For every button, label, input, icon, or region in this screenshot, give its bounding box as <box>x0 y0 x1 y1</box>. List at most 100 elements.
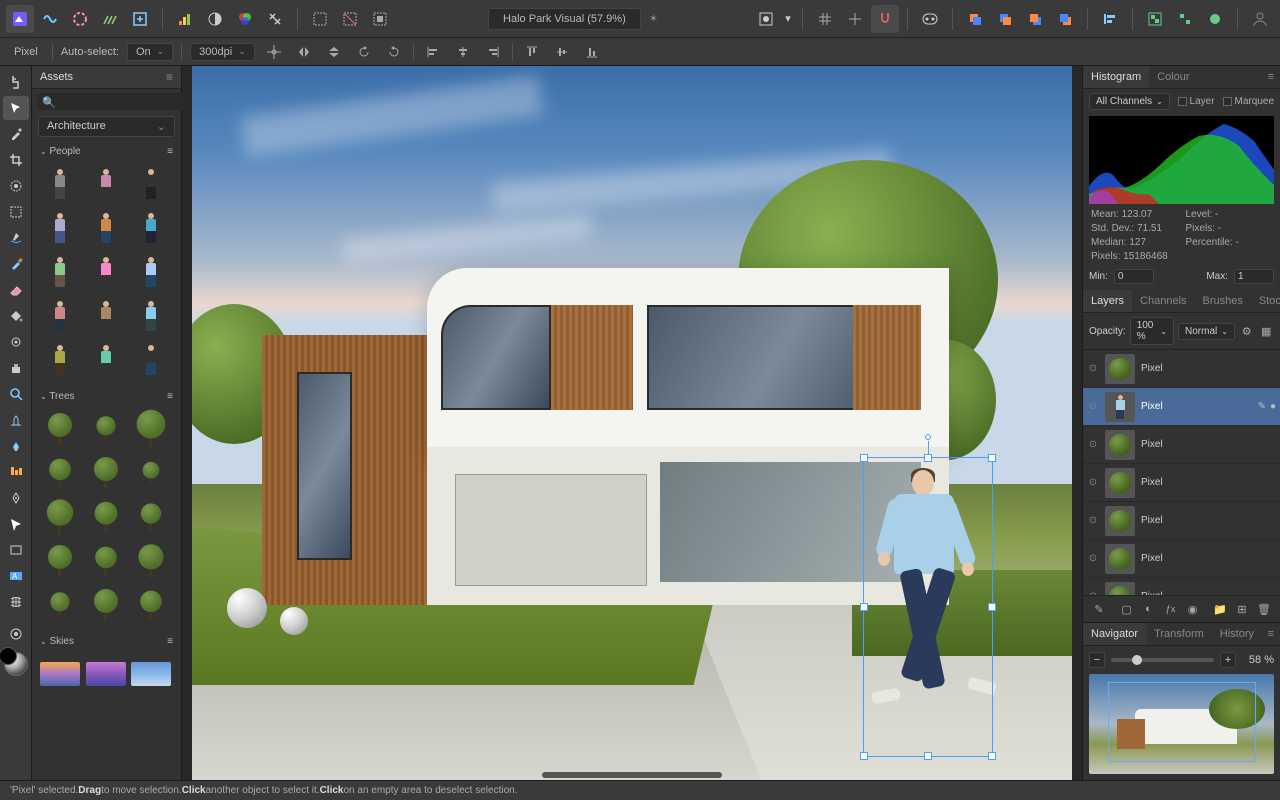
dodge-tool[interactable] <box>3 330 29 354</box>
layer-lock-icon[interactable]: ▦ <box>1258 322 1274 340</box>
tree-asset[interactable] <box>40 453 80 493</box>
flip-v-icon[interactable] <box>323 41 345 63</box>
layer-row[interactable]: ⊙Pixel <box>1083 540 1280 578</box>
tree-asset[interactable] <box>86 497 126 537</box>
person-asset[interactable] <box>40 164 80 204</box>
healing-tool[interactable] <box>3 434 29 458</box>
account-button[interactable] <box>1246 5 1274 33</box>
tree-asset[interactable] <box>86 585 126 625</box>
view-tool[interactable] <box>3 70 29 94</box>
person-asset[interactable] <box>86 340 126 380</box>
layer-visibility-icon[interactable]: ⊙ <box>1087 477 1099 489</box>
quickmask-dropdown[interactable]: ▾ <box>782 5 794 33</box>
max-input[interactable] <box>1234 269 1274 284</box>
auto-contrast-button[interactable] <box>201 5 229 33</box>
zoom-slider[interactable] <box>1111 658 1214 662</box>
stock-tab[interactable]: Stock <box>1251 290 1280 312</box>
layer-row[interactable]: ⊙Pixel <box>1083 350 1280 388</box>
layer-visibility-icon[interactable]: ⊙ <box>1087 553 1099 565</box>
zoom-tool[interactable] <box>3 382 29 406</box>
edit-layers-icon[interactable]: ✎ <box>1089 600 1109 618</box>
canvas-viewport[interactable] <box>182 66 1082 780</box>
dpi-dropdown[interactable]: 300dpi <box>190 43 255 61</box>
person-asset[interactable] <box>40 208 80 248</box>
live-filter-icon[interactable]: ◉ <box>1183 600 1203 618</box>
person-asset[interactable] <box>131 164 171 204</box>
arrange-backward-button[interactable] <box>991 5 1019 33</box>
skies-menu-icon[interactable]: ≡ <box>167 636 173 647</box>
tree-asset[interactable] <box>131 497 171 537</box>
person-asset[interactable] <box>86 296 126 336</box>
deselect-button[interactable] <box>336 5 364 33</box>
snapping-button[interactable] <box>871 5 899 33</box>
layer-visibility-icon[interactable]: ⊙ <box>1087 363 1099 375</box>
placed-person-layer[interactable] <box>864 470 984 750</box>
align-bottom-icon[interactable] <box>581 41 603 63</box>
ungroup-button[interactable] <box>1171 5 1199 33</box>
rotate-cw-icon[interactable] <box>383 41 405 63</box>
marquee-tool[interactable] <box>3 200 29 224</box>
layer-visibility-icon[interactable]: ⊙ <box>1087 401 1099 413</box>
crop-tool[interactable] <box>3 148 29 172</box>
persona-develop-button[interactable] <box>66 5 94 33</box>
layer-visibility-icon[interactable]: ⊙ <box>1087 515 1099 527</box>
flip-h-icon[interactable] <box>293 41 315 63</box>
sky-asset[interactable] <box>131 654 171 694</box>
tree-asset[interactable] <box>131 453 171 493</box>
adjustment-layer-icon[interactable]: ◐ <box>1139 600 1159 618</box>
tree-asset[interactable] <box>86 541 126 581</box>
persona-tonemap-button[interactable] <box>96 5 124 33</box>
tree-asset[interactable] <box>86 409 126 449</box>
min-input[interactable] <box>1114 269 1154 284</box>
mesh-warp-tool[interactable] <box>3 590 29 614</box>
tree-asset[interactable] <box>131 541 171 581</box>
marquee-checkbox[interactable]: Marquee <box>1223 96 1274 107</box>
tree-asset[interactable] <box>86 453 126 493</box>
layers-tab[interactable]: Layers <box>1083 290 1132 312</box>
person-asset[interactable] <box>131 208 171 248</box>
align-button[interactable] <box>1096 5 1124 33</box>
layer-row[interactable]: ⊙Pixel✎ ● <box>1083 388 1280 426</box>
zoom-out-button[interactable]: − <box>1089 652 1105 668</box>
flood-select-tool[interactable] <box>3 226 29 250</box>
trees-section-header[interactable]: Trees <box>49 391 74 402</box>
arrange-back-button[interactable] <box>961 5 989 33</box>
align-vcenter-icon[interactable] <box>551 41 573 63</box>
align-hcenter-icon[interactable] <box>452 41 474 63</box>
tree-asset[interactable] <box>40 409 80 449</box>
invert-selection-button[interactable] <box>366 5 394 33</box>
person-asset[interactable] <box>131 252 171 292</box>
group-layer-icon[interactable]: 📁 <box>1210 600 1230 618</box>
rectangle-tool[interactable] <box>3 538 29 562</box>
autoselect-dropdown[interactable]: On <box>127 43 173 61</box>
edit-icon[interactable]: ✎ <box>1258 401 1266 412</box>
layer-row[interactable]: ⊙Pixel <box>1083 426 1280 464</box>
colour-picker-tool[interactable] <box>3 122 29 146</box>
histogram-menu-icon[interactable]: ≡ <box>1268 71 1274 83</box>
node-tool[interactable] <box>3 512 29 536</box>
art-text-tool[interactable]: A <box>3 564 29 588</box>
auto-levels-button[interactable] <box>171 5 199 33</box>
sky-asset[interactable] <box>40 654 80 694</box>
tree-asset[interactable] <box>131 409 171 449</box>
arrange-front-button[interactable] <box>1051 5 1079 33</box>
link-icon[interactable]: ● <box>1270 401 1276 412</box>
align-top-icon[interactable] <box>521 41 543 63</box>
layer-checkbox[interactable]: Layer <box>1178 96 1215 107</box>
align-right-icon[interactable] <box>482 41 504 63</box>
person-asset[interactable] <box>40 296 80 336</box>
add-layer-icon[interactable]: ⊞ <box>1232 600 1252 618</box>
assets-tab[interactable]: Assets <box>40 71 73 83</box>
navigator-thumbnail[interactable] <box>1089 674 1274 774</box>
trees-menu-icon[interactable]: ≡ <box>167 391 173 402</box>
person-asset[interactable] <box>86 252 126 292</box>
person-asset[interactable] <box>131 340 171 380</box>
delete-layer-icon[interactable]: 🗑 <box>1254 600 1274 618</box>
opacity-dropdown[interactable]: 100 % <box>1130 317 1174 345</box>
layer-row[interactable]: ⊙Pixel <box>1083 578 1280 595</box>
colour-swatch[interactable] <box>4 652 28 676</box>
person-asset[interactable] <box>86 208 126 248</box>
persona-photo-button[interactable] <box>6 5 34 33</box>
person-asset[interactable] <box>131 296 171 336</box>
text-tool[interactable] <box>3 460 29 484</box>
